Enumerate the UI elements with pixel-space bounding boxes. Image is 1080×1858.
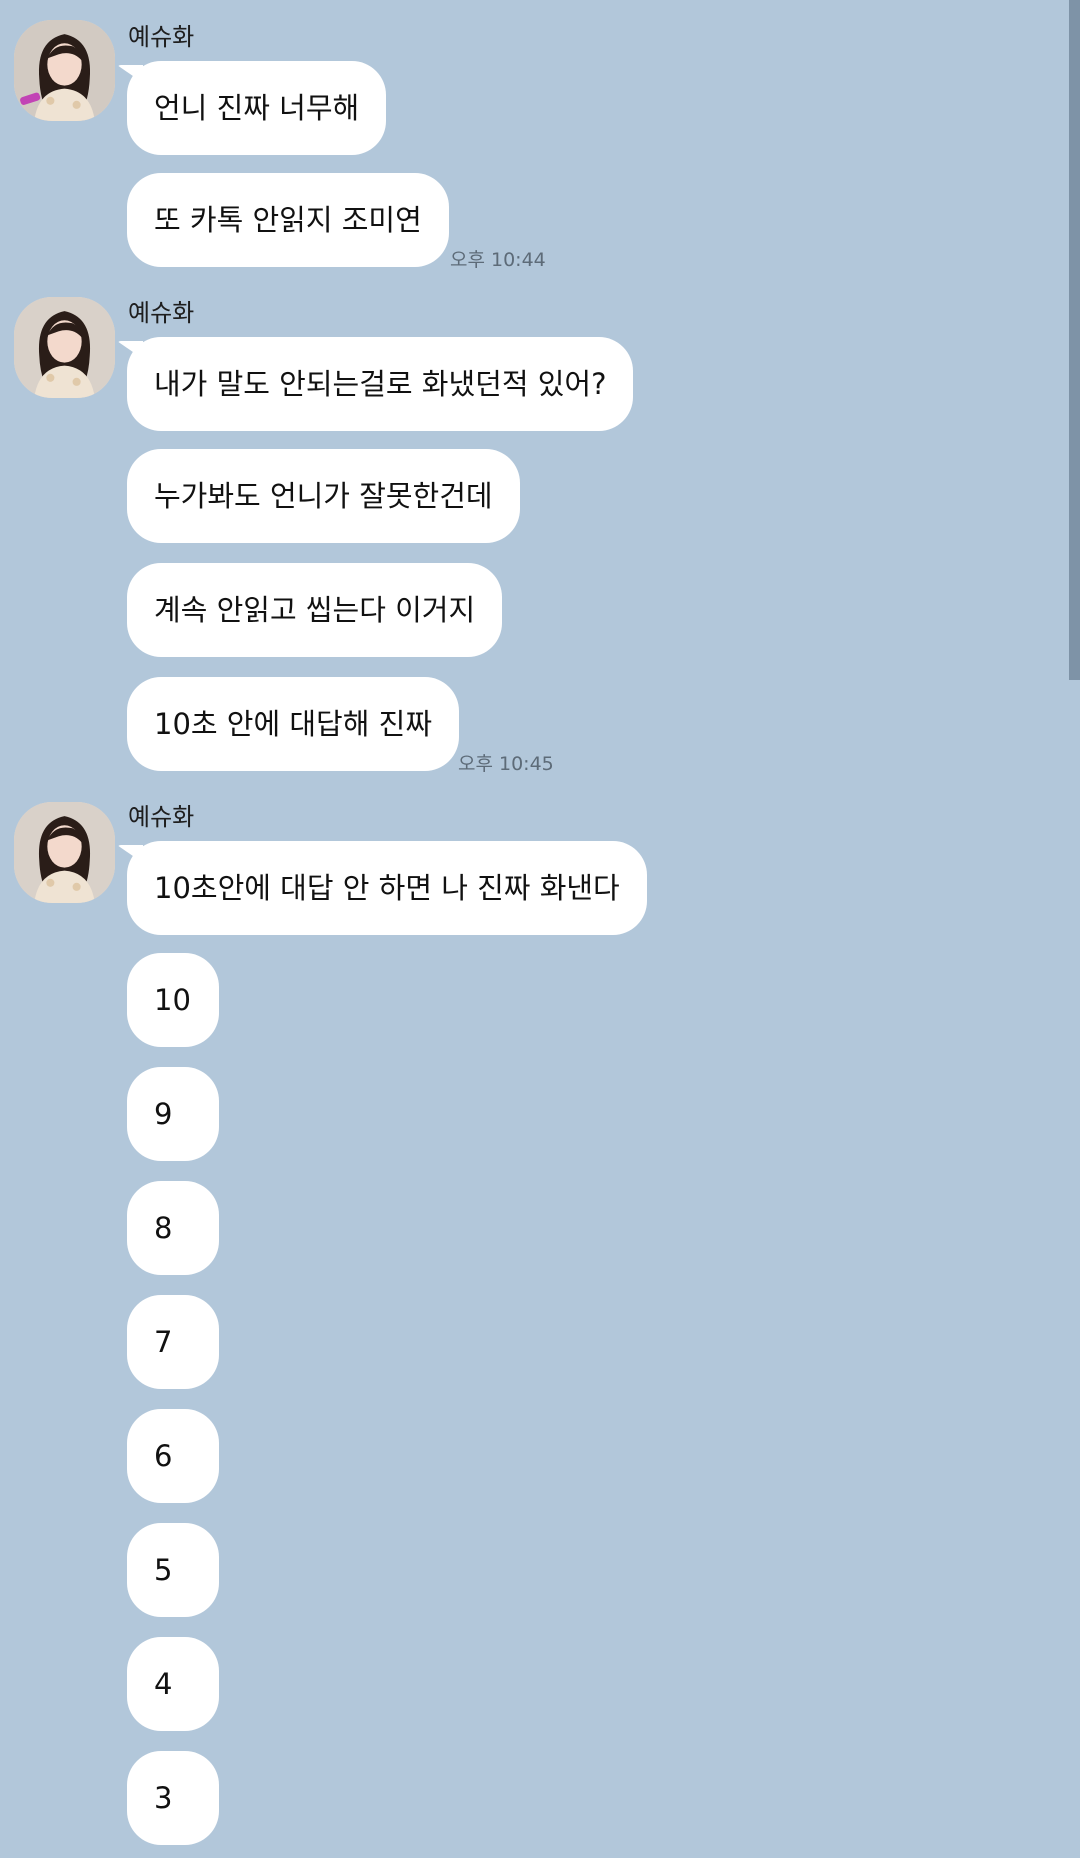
message-bubble[interactable]: 6 xyxy=(127,1409,219,1503)
message-timestamp: 오후 10:45 xyxy=(458,753,554,775)
profile-avatar[interactable] xyxy=(14,802,115,903)
sender-name: 예슈화 xyxy=(128,23,195,51)
message-bubble[interactable]: 10 xyxy=(127,953,219,1047)
sender-name: 예슈화 xyxy=(128,299,195,327)
message-bubble[interactable]: 내가 말도 안되는걸로 화냈던적 있어? xyxy=(127,337,634,431)
message-bubble[interactable]: 3 xyxy=(127,1751,219,1845)
message-timestamp: 오후 10:44 xyxy=(450,249,546,271)
message-bubble[interactable]: 4 xyxy=(127,1637,219,1731)
profile-photo-icon xyxy=(14,20,115,121)
message-bubble[interactable]: 10초 안에 대답해 진짜 xyxy=(127,677,459,771)
scrollbar[interactable] xyxy=(1069,0,1080,680)
message-bubble[interactable]: 계속 안읽고 씹는다 이거지 xyxy=(127,563,503,657)
message-bubble[interactable]: 누가봐도 언니가 잘못한건데 xyxy=(127,449,520,543)
chat-room[interactable]: 예슈화 언니 진짜 너무해 또 카톡 안읽지 조미연 오후 10:44 예슈화 … xyxy=(0,0,1080,1858)
sender-name: 예슈화 xyxy=(128,803,195,831)
profile-photo-icon xyxy=(14,802,115,903)
message-bubble[interactable]: 5 xyxy=(127,1523,219,1617)
profile-avatar[interactable] xyxy=(14,20,115,121)
message-bubble[interactable]: 7 xyxy=(127,1295,219,1389)
message-bubble[interactable]: 언니 진짜 너무해 xyxy=(127,61,387,155)
message-bubble[interactable]: 또 카톡 안읽지 조미연 xyxy=(127,173,449,267)
message-bubble[interactable]: 10초안에 대답 안 하면 나 진짜 화낸다 xyxy=(127,841,647,935)
profile-avatar[interactable] xyxy=(14,297,115,398)
message-bubble[interactable]: 8 xyxy=(127,1181,219,1275)
profile-photo-icon xyxy=(14,297,115,398)
message-bubble[interactable]: 9 xyxy=(127,1067,219,1161)
